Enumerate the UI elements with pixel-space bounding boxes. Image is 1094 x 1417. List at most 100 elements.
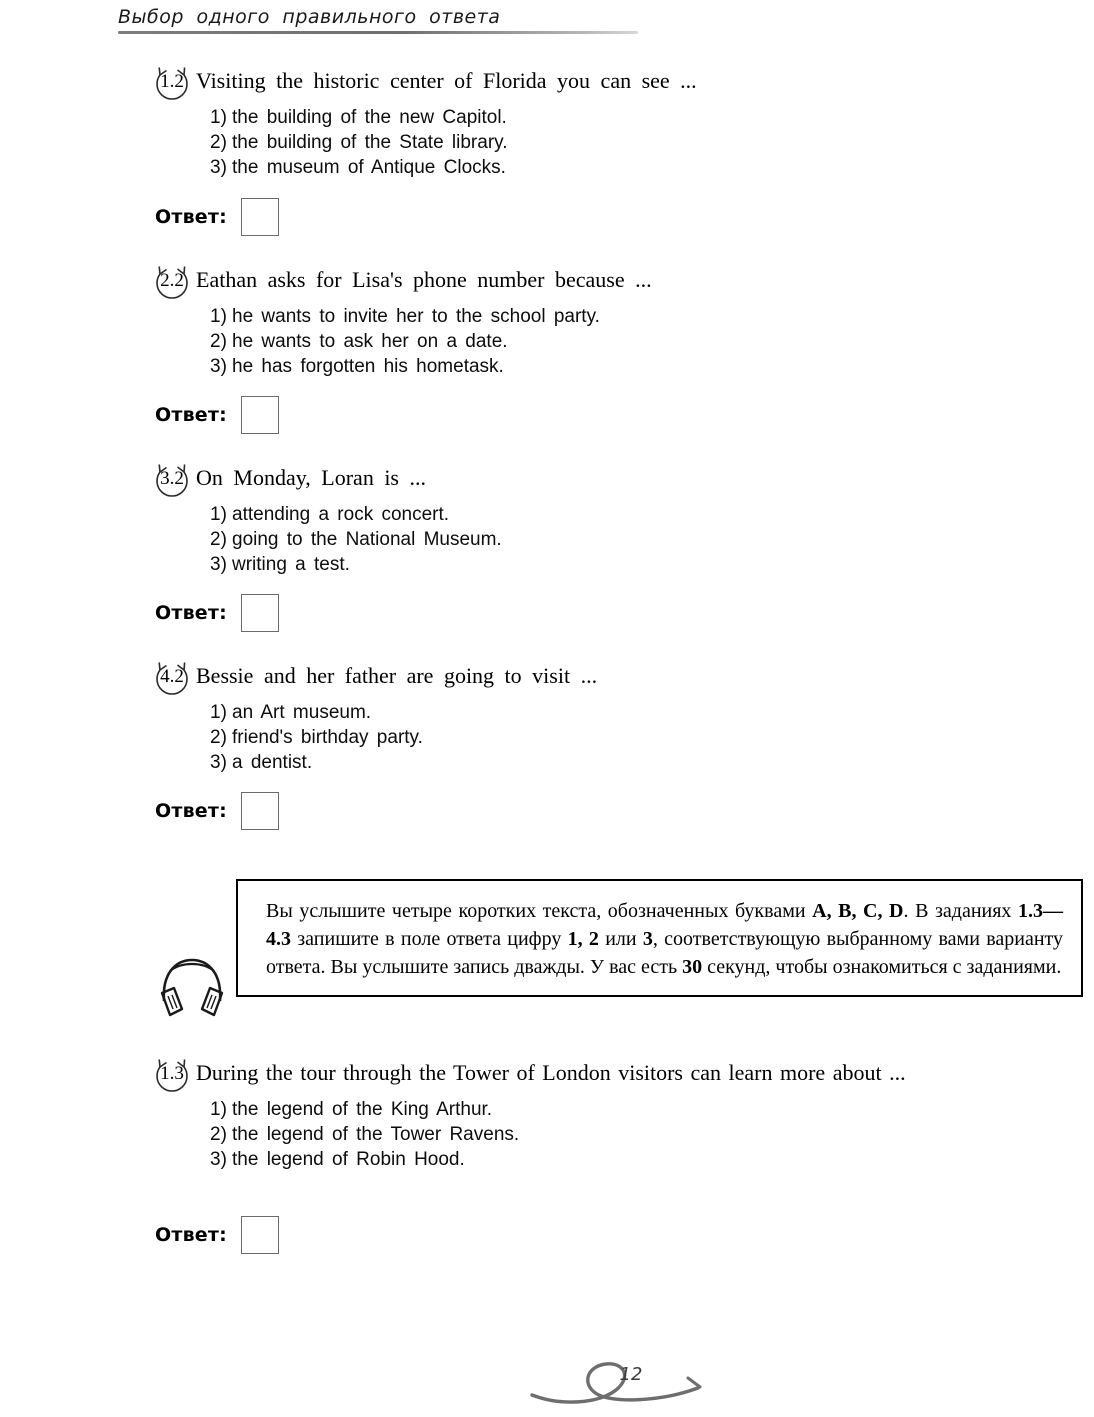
option-label: going to the National Museum. (232, 529, 502, 550)
option-number: 1) (210, 1099, 227, 1120)
question-number: 3.2 (160, 468, 184, 489)
question-text: During the tour through the Tower of Lon… (196, 1060, 906, 1085)
question-heading: 1.2 Visiting the historic center of Flor… (150, 66, 910, 101)
option-label: the building of the State library. (232, 132, 508, 153)
instruction-part-6: се­кунд, чтобы ознакомиться с заданиями. (702, 956, 1062, 978)
options-list: 1) the legend of the King Arthur. 2) the l… (210, 1097, 1085, 1172)
option-number: 1) (210, 306, 227, 327)
instruction-seconds: 30 (682, 956, 703, 978)
question-number-badge: 4.2 (150, 662, 196, 696)
question-block-4: 4.2 Bessie and her father are going to v… (150, 661, 910, 775)
option-item[interactable]: 3) writing a test. (210, 552, 910, 577)
answer-input-box[interactable] (240, 792, 279, 830)
answer-input-box[interactable] (240, 396, 279, 434)
option-label: he has forgotten his hometask. (232, 356, 504, 377)
answer-row-4: Ответ: (155, 792, 279, 830)
page-footer: 12 (520, 1348, 750, 1412)
question-number-badge: 3.2 (150, 464, 196, 498)
option-number: 1) (210, 504, 227, 525)
option-item[interactable]: 3) he has forgotten his hometask. (210, 354, 910, 379)
option-label: the legend of Robin Hood. (232, 1149, 465, 1170)
option-number: 3) (210, 356, 227, 377)
question-text: Visiting the historic center of Florida … (196, 68, 697, 93)
option-item[interactable]: 2) going to the National Museum. (210, 527, 910, 552)
option-number: 2) (210, 1124, 227, 1145)
instruction-letters: A, B, C, D (812, 900, 904, 922)
option-label: a dentist. (232, 752, 313, 773)
option-label: the museum of Antique Clocks. (232, 157, 506, 178)
question-heading: 4.2 Bessie and her father are going to v… (150, 661, 910, 696)
answer-label: Ответ: (155, 602, 227, 624)
question-number-badge: 1.3 (150, 1059, 196, 1093)
answer-label: Ответ: (155, 1224, 227, 1246)
options-list: 1) he wants to invite her to the school p… (210, 304, 910, 379)
option-item[interactable]: 2) the legend of the Tower Ravens. (210, 1122, 1085, 1147)
option-item[interactable]: 2) the building of the State library. (210, 130, 910, 155)
option-item[interactable]: 1) an Art museum. (210, 700, 910, 725)
option-number: 2) (210, 529, 227, 550)
option-number: 3) (210, 752, 227, 773)
option-number: 1) (210, 702, 227, 723)
answer-row-3: Ответ: (155, 594, 279, 632)
answer-row-1: Ответ: (155, 198, 279, 236)
page-header: Выбор одного правильного ответа (118, 6, 638, 34)
question-block-2: 2.2 Eathan asks for Lisa's phone number … (150, 265, 910, 379)
option-number: 3) (210, 157, 227, 178)
options-list: 1) attending a rock concert. 2) going to t… (210, 502, 910, 577)
listening-instruction-text: Вы услышите четыре коротких текста, обоз… (266, 897, 1063, 981)
options-list: 1) the building of the new Capitol. 2) the… (210, 105, 910, 180)
option-item[interactable]: 1) he wants to invite her to the school p… (210, 304, 910, 329)
question-block-3: 3.2 On Monday, Loran is ... 1) attending … (150, 463, 910, 577)
listening-instruction-box: Вы услышите четыре коротких текста, обоз… (236, 879, 1083, 997)
answer-row-2: Ответ: (155, 396, 279, 434)
option-number: 2) (210, 331, 227, 352)
instruction-part-3: запишите в поле ответа цифру (291, 928, 568, 950)
question-number: 1.3 (160, 1063, 184, 1084)
option-label: he wants to invite her to the school par… (232, 306, 600, 327)
question-heading: 2.2 Eathan asks for Lisa's phone number … (150, 265, 910, 300)
option-label: attending a rock concert. (232, 504, 450, 525)
option-item[interactable]: 2) he wants to ask her on a date. (210, 329, 910, 354)
question-number-badge: 1.2 (150, 67, 196, 101)
option-item[interactable]: 1) the building of the new Capitol. (210, 105, 910, 130)
option-item[interactable]: 2) friend's birthday party. (210, 725, 910, 750)
option-label: friend's birthday party. (232, 727, 423, 748)
answer-label: Ответ: (155, 404, 227, 426)
option-label: he wants to ask her on a date. (232, 331, 508, 352)
instruction-part-1: Вы услышите четыре коротких текста, обоз… (266, 900, 813, 922)
option-number: 2) (210, 132, 227, 153)
instruction-digit-3: 3 (642, 928, 653, 950)
option-label: writing a test. (232, 554, 350, 575)
option-number: 3) (210, 1149, 227, 1170)
question-number: 2.2 (160, 270, 184, 291)
option-item[interactable]: 3) the legend of Robin Hood. (210, 1147, 1085, 1172)
instruction-part-2: . В заданиях (903, 900, 1019, 922)
question-heading: 1.3 During the tour through the Tower of… (150, 1058, 1085, 1093)
instruction-digits-12: 1, 2 (567, 928, 599, 950)
question-block-1: 1.2 Visiting the historic center of Flor… (150, 66, 910, 180)
question-number: 1.2 (160, 71, 184, 92)
header-rule (118, 31, 638, 34)
answer-input-box[interactable] (240, 594, 279, 632)
answer-input-box[interactable] (240, 1216, 279, 1254)
option-label: an Art museum. (232, 702, 372, 723)
answer-input-box[interactable] (240, 198, 279, 236)
option-item[interactable]: 1) attending a rock concert. (210, 502, 910, 527)
option-item[interactable]: 3) a dentist. (210, 750, 910, 775)
answer-row-5: Ответ: (155, 1216, 279, 1254)
option-label: the building of the new Capitol. (232, 107, 507, 128)
option-number: 3) (210, 554, 227, 575)
option-label: the legend of the Tower Ravens. (232, 1124, 520, 1145)
question-text: Bessie and her father are going to visit… (196, 663, 598, 688)
question-number: 4.2 (160, 666, 184, 687)
question-text: On Monday, Loran is ... (196, 465, 426, 490)
option-number: 1) (210, 107, 227, 128)
page-title: Выбор одного правильного ответа (118, 6, 501, 28)
options-list: 1) an Art museum. 2) friend's birthday par… (210, 700, 910, 775)
option-item[interactable]: 1) the legend of the King Arthur. (210, 1097, 1085, 1122)
answer-label: Ответ: (155, 206, 227, 228)
question-heading: 3.2 On Monday, Loran is ... (150, 463, 910, 498)
question-block-5: 1.3 During the tour through the Tower of… (150, 1058, 1085, 1172)
option-item[interactable]: 3) the museum of Antique Clocks. (210, 155, 910, 180)
question-text: Eathan asks for Lisa's phone number beca… (196, 267, 652, 292)
